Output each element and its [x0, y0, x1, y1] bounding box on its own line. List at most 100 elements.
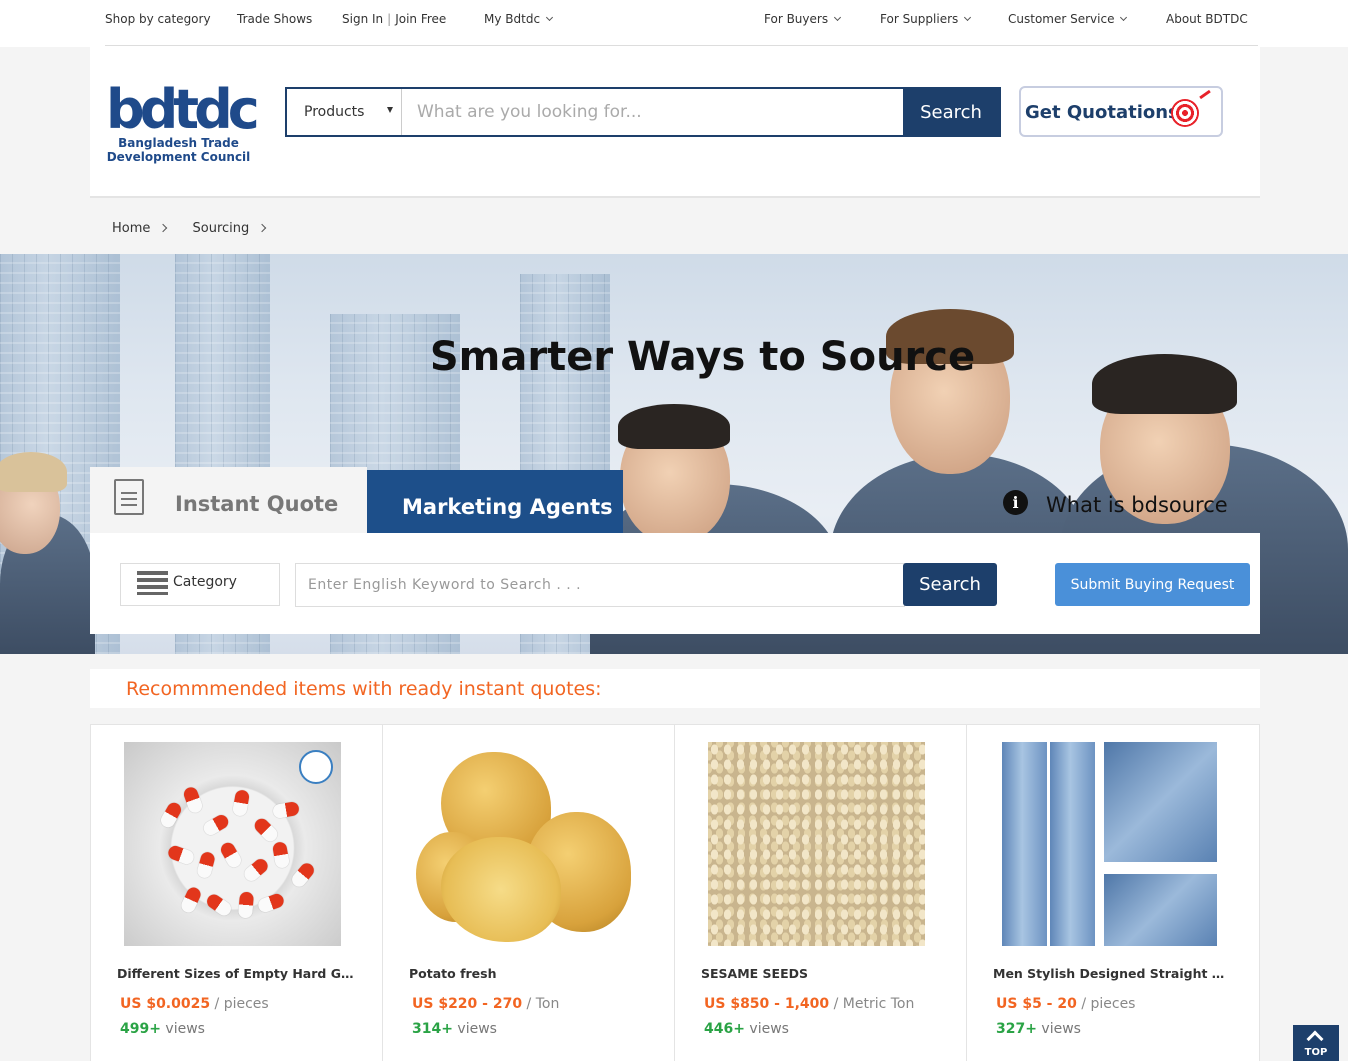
price-unit: pieces — [223, 996, 269, 1012]
what-is-bdsource-link[interactable]: What is bdsource — [1046, 493, 1228, 517]
logo[interactable]: bdtdc Bangladesh Trade Development Counc… — [106, 78, 260, 165]
capsule — [195, 850, 217, 880]
join-free-link[interactable]: Join Free — [395, 12, 446, 26]
trade-shows-link[interactable]: Trade Shows — [237, 12, 312, 26]
tab-instant-quote[interactable]: Instant Quote — [90, 467, 367, 533]
product-price: US $5 - 20 / pieces — [996, 996, 1135, 1012]
capsule — [181, 785, 205, 815]
search-category-value: Products — [304, 104, 365, 120]
capsule — [271, 800, 301, 820]
breadcrumb-home-label: Home — [112, 221, 151, 236]
jeans-detail — [1104, 742, 1217, 862]
capsule — [289, 860, 317, 890]
product-views: 327+ views — [996, 1021, 1081, 1037]
product-grid: Different Sizes of Empty Hard Gel... US … — [90, 724, 1260, 1061]
for-suppliers-label: For Suppliers — [880, 12, 959, 26]
chevron-down-icon — [834, 13, 842, 22]
product-card[interactable]: Potato fresh US $220 - 270 / Ton 314+ vi… — [383, 725, 675, 1061]
info-icon[interactable]: i — [1003, 490, 1028, 515]
jeans-detail — [1104, 874, 1217, 946]
product-card[interactable]: Different Sizes of Empty Hard Gel... US … — [91, 725, 383, 1061]
list-icon — [137, 571, 168, 595]
product-card[interactable]: Men Stylish Designed Straight Sli... US … — [967, 725, 1259, 1061]
businesswoman-hair — [0, 452, 67, 492]
logo-mark: bdtdc — [106, 78, 260, 141]
customer-service-menu[interactable]: Customer Service — [1008, 12, 1128, 26]
tab-instant-quote-label: Instant Quote — [175, 492, 339, 516]
product-views: 499+ views — [120, 1021, 205, 1037]
capsule — [271, 840, 291, 870]
instant-quote-panel: Category Search Submit Buying Request — [90, 533, 1260, 634]
top-bar-inner: Shop by category Trade Shows Sign In | Joi… — [105, 0, 1258, 46]
for-buyers-label: For Buyers — [764, 12, 829, 26]
product-views: 314+ views — [412, 1021, 497, 1037]
customer-service-label: Customer Service — [1008, 12, 1115, 26]
chevron-down-icon — [1120, 13, 1128, 22]
price-value: US $220 - 270 — [412, 996, 523, 1012]
recommended-title: Recommmended items with ready instant qu… — [126, 678, 602, 700]
product-card-inner: SESAME SEEDS US $850 - 1,400 / Metric To… — [687, 727, 949, 1061]
product-card[interactable]: SESAME SEEDS US $850 - 1,400 / Metric To… — [675, 725, 967, 1061]
breadcrumb-home[interactable]: Home — [112, 221, 168, 236]
my-bdtdc-label: My Bdtdc — [484, 12, 541, 26]
product-name[interactable]: Potato fresh — [409, 966, 649, 981]
caret-down-icon — [387, 107, 393, 113]
shop-by-category-link[interactable]: Shop by category — [105, 12, 211, 26]
product-image-sesame-seeds[interactable] — [708, 742, 925, 946]
breadcrumb-sourcing[interactable]: Sourcing — [193, 221, 267, 236]
auth-links: Sign In | Join Free — [342, 12, 446, 26]
views-label: views — [165, 1021, 205, 1037]
for-buyers-menu[interactable]: For Buyers — [764, 12, 842, 26]
product-price: US $850 - 1,400 / Metric Ton — [704, 996, 914, 1012]
keyword-search-input[interactable] — [295, 563, 905, 607]
price-separator: / — [214, 996, 220, 1012]
product-card-inner: Different Sizes of Empty Hard Gel... US … — [103, 727, 365, 1061]
product-name[interactable]: Men Stylish Designed Straight Sli... — [993, 966, 1233, 981]
recommended-header: Recommmended items with ready instant qu… — [90, 669, 1260, 708]
category-dropdown-label: Category — [173, 574, 237, 590]
price-value: US $850 - 1,400 — [704, 996, 830, 1012]
about-link[interactable]: About BDTDC — [1166, 12, 1248, 26]
price-separator: / — [833, 996, 839, 1012]
views-count: 446+ — [704, 1021, 745, 1037]
capsule — [237, 891, 255, 919]
capsule — [218, 840, 244, 870]
breadcrumb: Home Sourcing — [112, 221, 287, 236]
price-unit: pieces — [1090, 996, 1136, 1012]
product-image-potatoes[interactable] — [416, 742, 633, 946]
price-value: US $5 - 20 — [996, 996, 1077, 1012]
product-image-jeans[interactable] — [1000, 742, 1217, 946]
price-unit: Metric Ton — [842, 996, 915, 1012]
capsule — [241, 856, 271, 884]
jeans-leg — [1050, 742, 1095, 946]
product-views: 446+ views — [704, 1021, 789, 1037]
logo-tagline-1: Bangladesh Trade — [118, 136, 239, 150]
product-name[interactable]: Different Sizes of Empty Hard Gel... — [117, 966, 357, 981]
document-icon — [114, 479, 144, 515]
top-bar: Shop by category Trade Shows Sign In | Joi… — [0, 0, 1348, 47]
hero-banner: Smarter Ways to Source Instant Quote Mar… — [0, 254, 1348, 654]
chevron-right-icon — [258, 223, 267, 233]
main-search-button[interactable]: Search — [903, 89, 999, 135]
capsule — [231, 788, 251, 818]
views-count: 327+ — [996, 1021, 1037, 1037]
tab-marketing-agents[interactable]: Marketing Agents — [367, 470, 623, 533]
back-to-top-button[interactable]: TOP — [1293, 1025, 1339, 1061]
keyword-search-button[interactable]: Search — [903, 563, 997, 606]
product-image-capsules[interactable] — [124, 742, 341, 946]
product-name[interactable]: SESAME SEEDS — [701, 966, 941, 981]
businessman-hair-1 — [618, 404, 730, 449]
main-search-input[interactable] — [417, 99, 897, 125]
sign-in-link[interactable]: Sign In — [342, 12, 383, 26]
submit-buying-request-button[interactable]: Submit Buying Request — [1055, 563, 1250, 606]
main-search-bar: Products Search — [285, 87, 1001, 137]
search-category-select[interactable]: Products — [287, 89, 402, 135]
my-bdtdc-menu[interactable]: My Bdtdc — [484, 12, 554, 26]
for-suppliers-menu[interactable]: For Suppliers — [880, 12, 972, 26]
chevron-up-icon — [1306, 1030, 1324, 1048]
category-dropdown[interactable]: Category — [120, 563, 280, 606]
views-count: 314+ — [412, 1021, 453, 1037]
get-quotations-button[interactable]: Get Quotations — [1019, 86, 1223, 137]
chevron-down-icon — [546, 13, 554, 22]
product-price: US $0.0025 / pieces — [120, 996, 269, 1012]
